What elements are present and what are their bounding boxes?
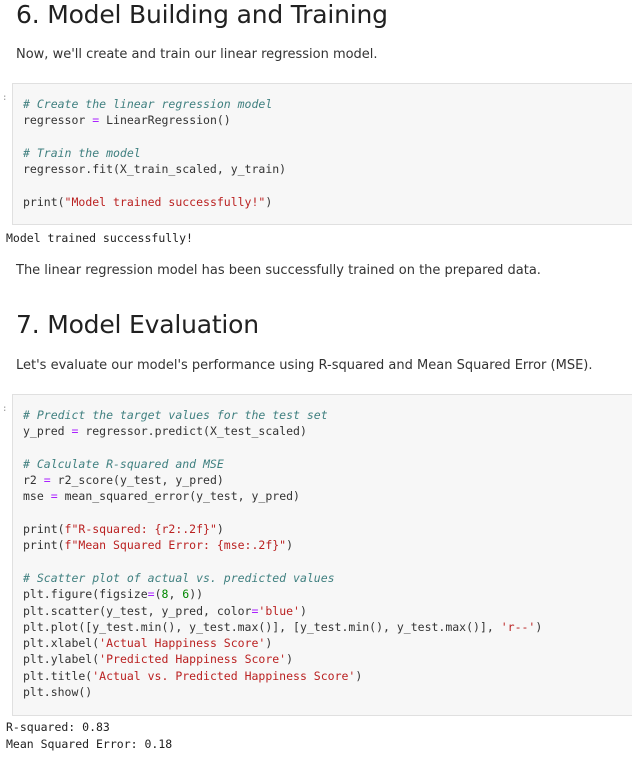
training-summary-text: The linear regression model has been suc…	[16, 263, 541, 278]
code-cell-evaluation[interactable]: # Predict the target values for the test…	[12, 394, 632, 716]
code-line: print(f"R-squared: {r2:.2f}")	[23, 522, 224, 537]
code-comment: # Predict the target values for the test…	[23, 408, 328, 422]
code-cell-training[interactable]: # Create the linear regression model reg…	[12, 83, 632, 225]
cell-output-training: Model trained successfully!	[6, 231, 193, 245]
cell-output-mse: Mean Squared Error: 0.18	[6, 737, 173, 751]
code-line: # Create the linear regression model	[23, 96, 632, 112]
code-line: regressor = LinearRegression()	[23, 113, 231, 128]
cell-output-r-squared: R-squared: 0.83	[6, 720, 110, 734]
section-intro-text: Now, we'll create and train our linear r…	[16, 47, 378, 62]
code-comment: # Scatter plot of actual vs. predicted v…	[23, 570, 335, 585]
code-comment: # Calculate R-squared and MSE	[23, 456, 224, 471]
cell-prompt-marker: :	[2, 404, 8, 414]
code-line: print(f"Mean Squared Error: {mse:.2f}")	[23, 538, 294, 553]
section-intro-text: Let's evaluate our model's performance u…	[16, 358, 593, 373]
code-line: plt.show()	[23, 685, 93, 700]
code-line: # Train the model	[23, 145, 632, 161]
section-heading-model-building: 6. Model Building and Training	[16, 0, 388, 29]
section-heading-model-evaluation: 7. Model Evaluation	[16, 310, 259, 339]
code-line: mse = mean_squared_error(y_test, y_pred)	[23, 489, 300, 504]
code-line: plt.xlabel('Actual Happiness Score')	[23, 636, 273, 651]
code-comment: # Create the linear regression model	[23, 97, 273, 111]
code-line: # Predict the target values for the test…	[23, 407, 632, 423]
code-comment: # Train the model	[23, 145, 141, 160]
code-line: print("Model trained successfully!")	[23, 194, 273, 209]
code-line: r2 = r2_score(y_test, y_pred)	[23, 473, 224, 488]
code-line: plt.title('Actual vs. Predicted Happines…	[23, 668, 363, 683]
cell-prompt-marker: :	[2, 93, 8, 103]
code-line: plt.plot([y_test.min(), y_test.max()], […	[23, 619, 543, 634]
code-line: plt.figure(figsize=(8, 6))	[23, 587, 204, 602]
code-line: plt.ylabel('Predicted Happiness Score')	[23, 652, 294, 667]
code-line: # Scatter plot of actual vs. predicted v…	[23, 570, 632, 586]
code-line: regressor.fit(X_train_scaled, y_train)	[23, 162, 287, 177]
code-line: y_pred = regressor.predict(X_test_scaled…	[23, 424, 307, 439]
code-line: # Calculate R-squared and MSE	[23, 456, 632, 472]
code-line: plt.scatter(y_test, y_pred, color='blue'…	[23, 603, 307, 618]
